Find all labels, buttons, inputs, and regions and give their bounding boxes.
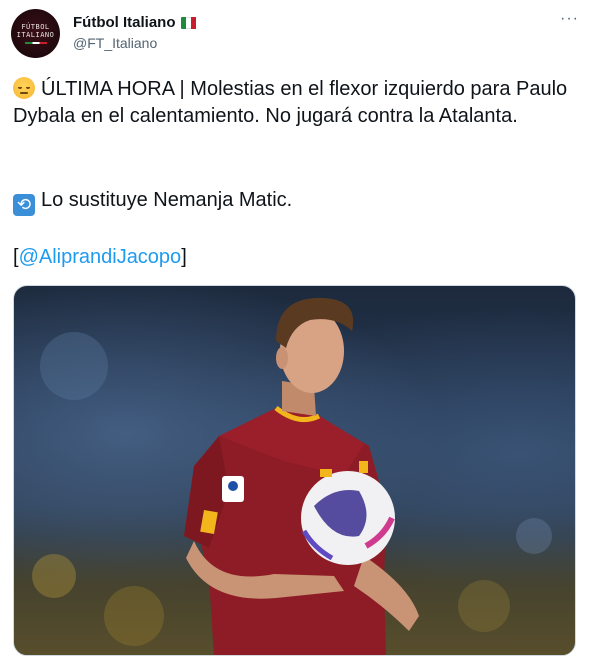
avatar-text-line2: ITALIANO bbox=[16, 30, 55, 39]
account-handle[interactable]: @FT_Italiano bbox=[73, 35, 157, 51]
credit-close-bracket: ] bbox=[181, 246, 187, 268]
tweet-line-2: Lo sustituye Nemanja Matic. bbox=[41, 189, 293, 211]
avatar-flag-bar bbox=[24, 41, 47, 44]
tweet-paragraph-2: ⟲ Lo sustituye Nemanja Matic. bbox=[13, 187, 292, 216]
counterclockwise-arrows-icon: ⟲ bbox=[13, 194, 35, 216]
account-name[interactable]: Fútbol Italiano bbox=[73, 14, 176, 31]
tweet-line-1: ÚLTIMA HORA | Molestias en el flexor izq… bbox=[13, 78, 568, 127]
tweet-card: FÚTBOL ITALIANO Fútbol Italiano @FT_Ital… bbox=[0, 0, 593, 672]
relieved-face-icon bbox=[13, 77, 35, 99]
tweet-photo[interactable] bbox=[13, 285, 576, 656]
avatar[interactable]: FÚTBOL ITALIANO bbox=[11, 9, 60, 58]
player-photo bbox=[32, 297, 552, 655]
account-name-row: Fútbol Italiano bbox=[73, 14, 197, 31]
tweet-paragraph-1: ÚLTIMA HORA | Molestias en el flexor izq… bbox=[13, 76, 573, 130]
italy-flag-icon bbox=[180, 16, 197, 29]
more-options-icon[interactable]: ··· bbox=[560, 10, 579, 28]
tweet-credit: [@AliprandiJacopo] bbox=[13, 244, 187, 271]
avatar-text-line1: FÚTBOL bbox=[21, 22, 50, 31]
credit-mention-link[interactable]: @AliprandiJacopo bbox=[19, 246, 182, 268]
